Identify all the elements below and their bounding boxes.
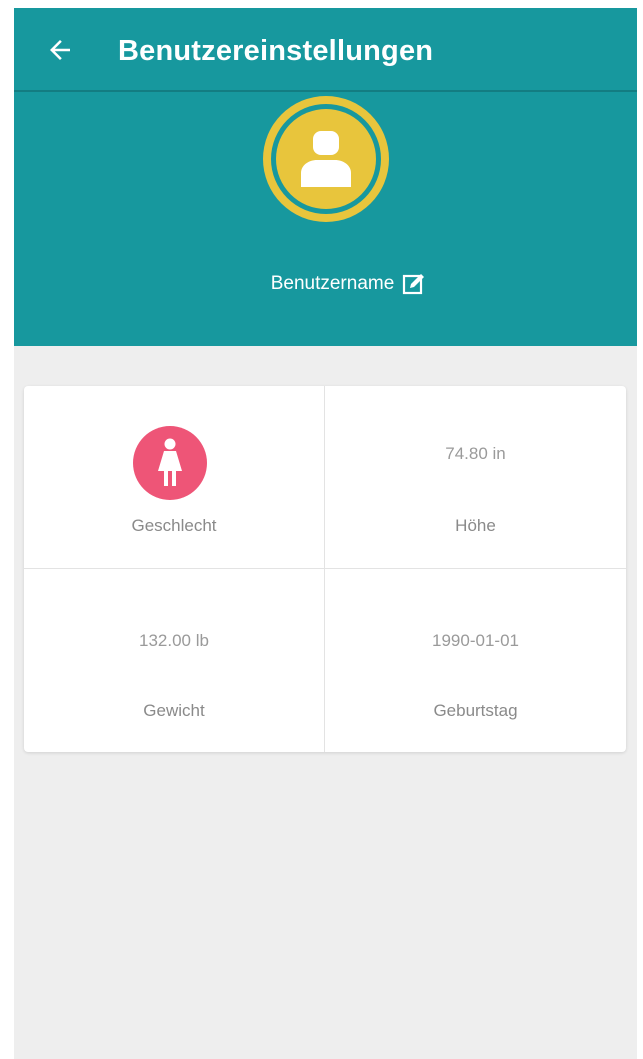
birthday-label: Geburtstag bbox=[433, 701, 518, 720]
edit-icon[interactable] bbox=[402, 272, 426, 296]
user-settings-screen: Benutzereinstellungen Benutzername Gesch… bbox=[14, 8, 637, 1059]
female-icon bbox=[158, 438, 182, 486]
back-button[interactable] bbox=[40, 30, 80, 70]
weight-value: 132.00 lb bbox=[139, 631, 209, 650]
profile-header: Benutzername bbox=[14, 92, 637, 346]
avatar-ring-gap bbox=[271, 104, 381, 214]
height-cell[interactable]: 74.80 in Höhe bbox=[325, 386, 626, 569]
gender-badge bbox=[133, 426, 207, 500]
height-label: Höhe bbox=[455, 516, 496, 535]
gender-cell[interactable]: Geschlecht bbox=[24, 386, 325, 569]
gender-label: Geschlecht bbox=[131, 516, 217, 535]
height-value: 74.80 in bbox=[445, 444, 506, 463]
birthday-value: 1990-01-01 bbox=[432, 631, 519, 650]
weight-label: Gewicht bbox=[143, 701, 205, 720]
avatar-inner bbox=[276, 109, 376, 209]
app-bar: Benutzereinstellungen bbox=[14, 8, 637, 92]
birthday-cell[interactable]: 1990-01-01 Geburtstag bbox=[325, 569, 626, 752]
username: Benutzername bbox=[270, 273, 395, 294]
page-title: Benutzereinstellungen bbox=[118, 35, 434, 67]
weight-cell[interactable]: 132.00 lb Gewicht bbox=[24, 569, 325, 752]
avatar[interactable] bbox=[263, 96, 389, 222]
profile-stats-card: Geschlecht 74.80 in Höhe 132.00 lb Gewic… bbox=[24, 386, 626, 752]
user-icon bbox=[301, 131, 351, 187]
username-row: Benutzername bbox=[14, 272, 637, 296]
arrow-left-icon bbox=[50, 40, 70, 60]
